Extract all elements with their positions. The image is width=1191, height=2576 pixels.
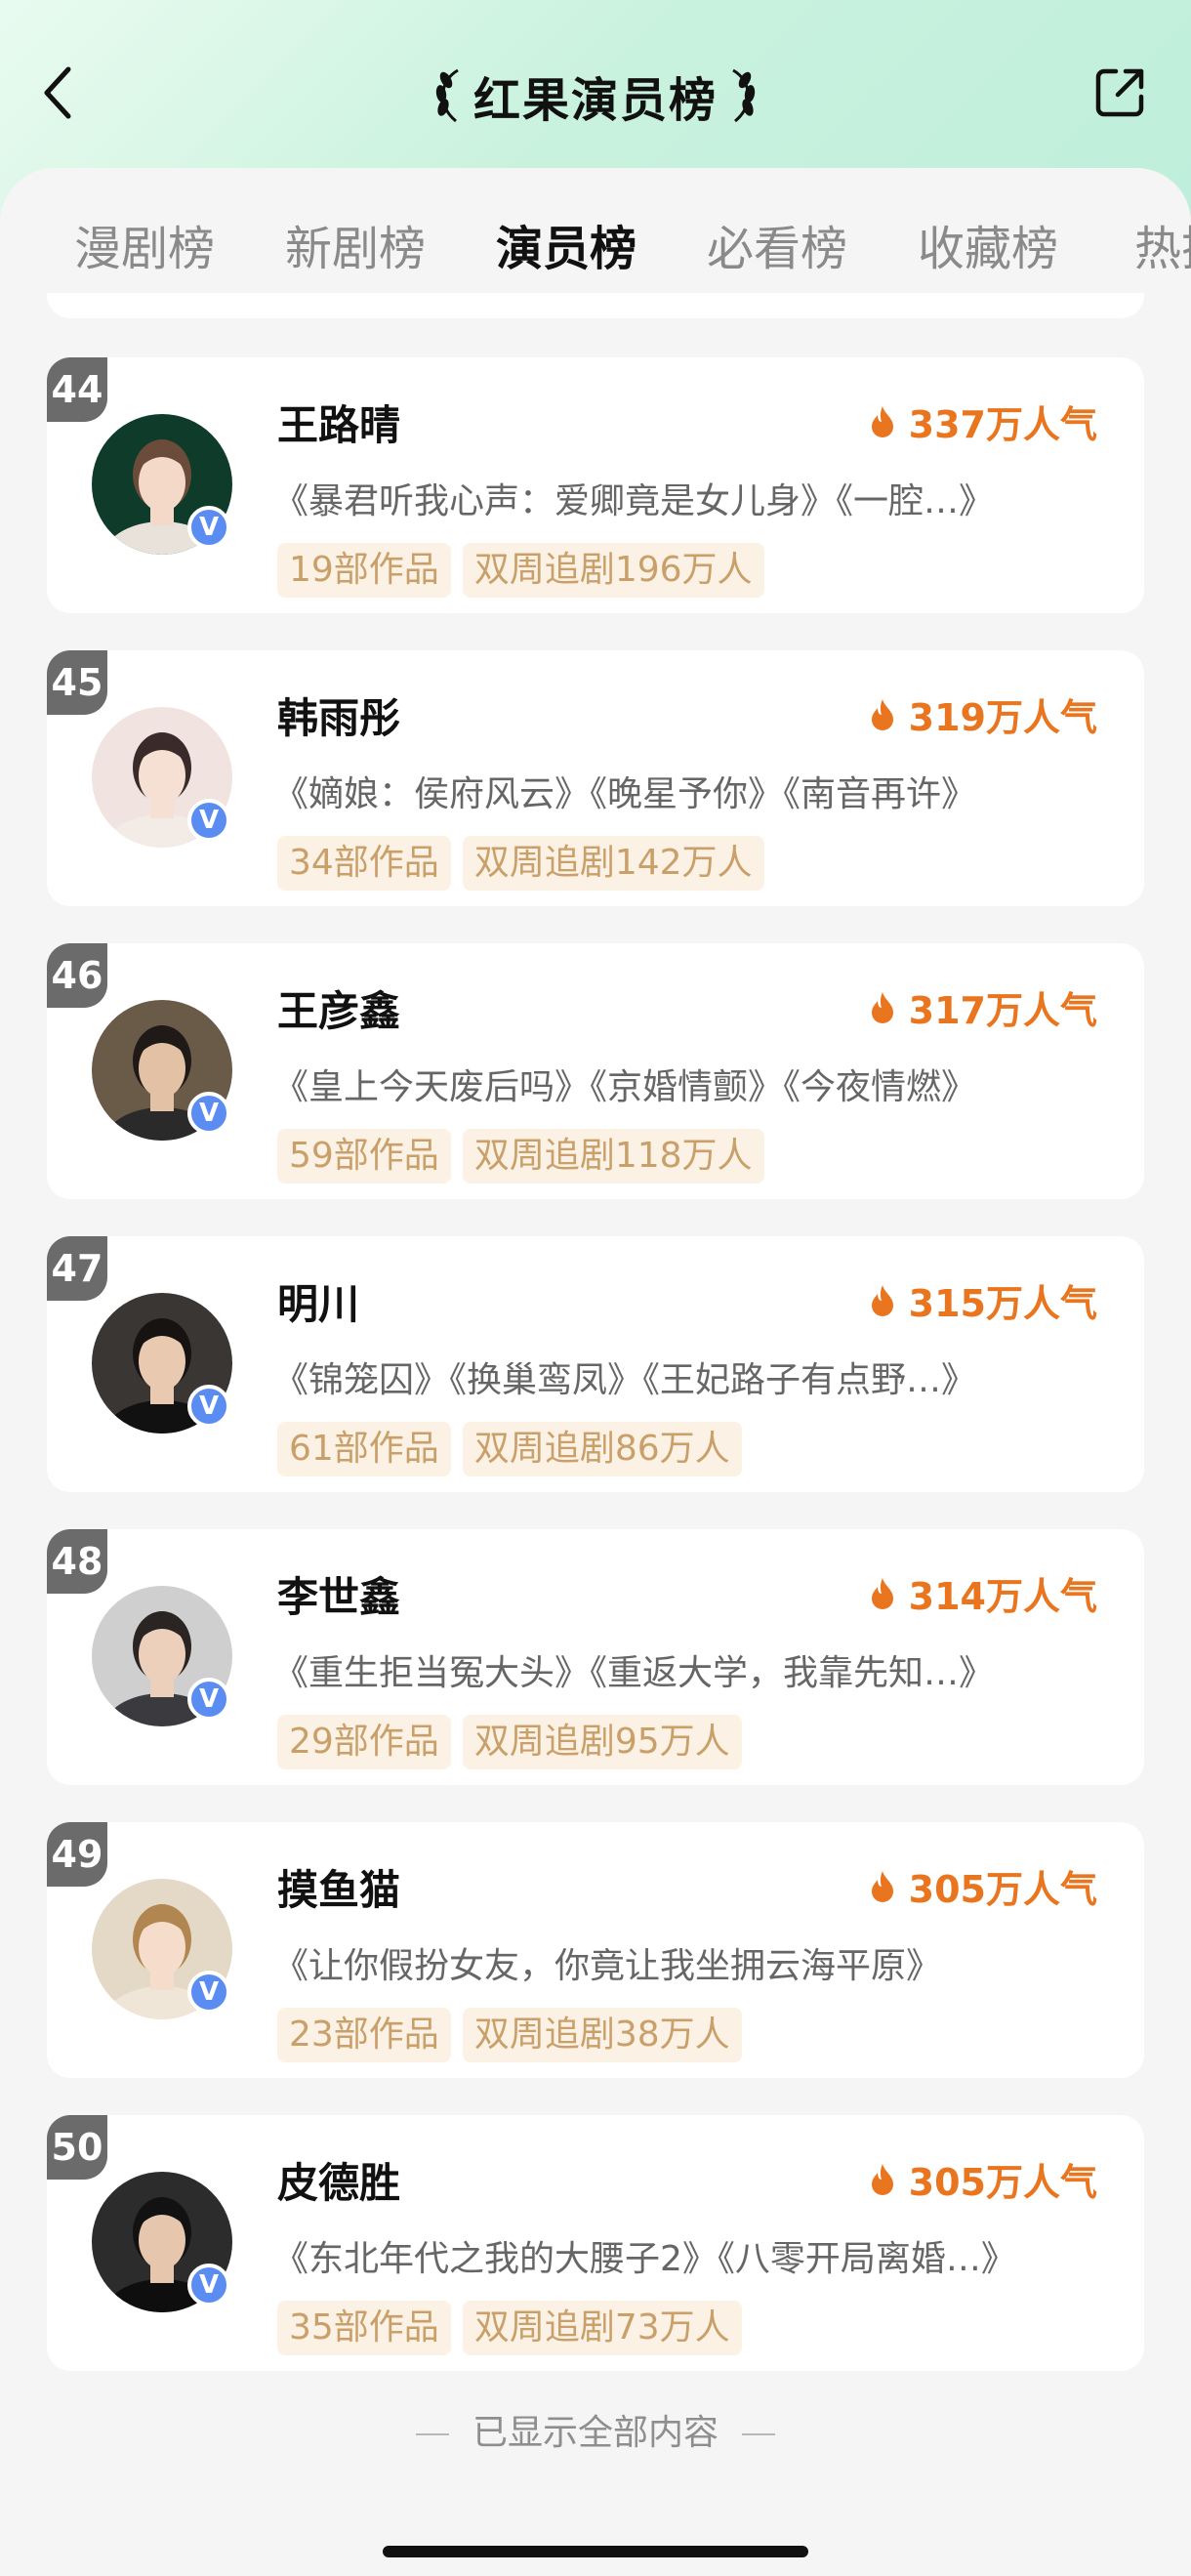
popularity-value: 337万人气 [908,403,1097,446]
actor-tags: 59部作品 双周追剧118万人 [277,1129,764,1184]
actor-name: 明川 [277,1280,360,1328]
divider [415,2433,449,2435]
actor-card[interactable]: 50 V 皮德胜 305万人气 《东北年代之我的大腰子2》《八零开局离婚…》 3… [47,2115,1144,2371]
verified-badge: V [187,2264,230,2306]
rank-badge: 45 [47,650,107,715]
actor-name: 摸鱼猫 [277,1866,401,1914]
tab-must-watch[interactable]: 必看榜 [672,210,883,278]
works-list: 《重生拒当冤大头》《重返大学，我靠先知…》 [273,1653,995,1693]
rank-badge: 50 [47,2115,107,2180]
flame-icon [871,1284,893,1316]
works-list: 《嫡娘：侯府风云》《晚星予你》《南音再许》 [273,774,977,814]
popularity: 317万人气 [870,980,1097,1034]
popularity: 305万人气 [870,2152,1097,2206]
followers-tag: 双周追剧95万人 [462,1715,742,1769]
popularity-value: 305万人气 [908,1868,1097,1911]
flame-icon [871,698,893,730]
works-count-tag: 23部作品 [277,2008,451,2062]
verified-badge: V [187,506,230,549]
laurel-left-icon [435,68,459,123]
popularity-value: 319万人气 [908,696,1097,739]
popularity: 314万人气 [870,1566,1097,1620]
actor-card[interactable]: 46 V 王彦鑫 317万人气 《皇上今天废后吗》《京婚情颤》《今夜情燃》 59… [47,943,1144,1199]
ranking-tabs: 漫剧榜 新剧榜 演员榜 必看榜 收藏榜 热搜 [0,186,1191,303]
verified-badge: V [187,799,230,842]
followers-tag: 双周追剧142万人 [462,836,764,891]
followers-tag: 双周追剧38万人 [462,2008,742,2062]
popularity: 319万人气 [870,687,1097,741]
followers-tag: 双周追剧196万人 [462,543,764,598]
works-count-tag: 61部作品 [277,1422,451,1476]
popularity: 315万人气 [870,1273,1097,1327]
actor-name: 李世鑫 [277,1573,401,1621]
flame-icon [871,1577,893,1609]
divider [742,2433,775,2435]
works-count-tag: 59部作品 [277,1129,451,1184]
verified-badge: V [187,1971,230,2014]
works-list: 《锦笼囚》《换巢鸾凤》《王妃路子有点野…》 [273,1360,977,1400]
rank-badge: 48 [47,1529,107,1594]
rank-badge: 47 [47,1236,107,1301]
popularity-value: 315万人气 [908,1282,1097,1325]
popularity: 305万人气 [870,1859,1097,1913]
popularity: 337万人气 [870,395,1097,448]
rank-badge: 49 [47,1822,107,1887]
actor-name: 皮德胜 [277,2159,401,2207]
works-count-tag: 34部作品 [277,836,451,891]
works-count-tag: 19部作品 [277,543,451,598]
actor-name: 王彦鑫 [277,987,401,1035]
works-list: 《皇上今天废后吗》《京婚情颤》《今夜情燃》 [273,1067,977,1107]
app-header: 红果演员榜 [0,0,1191,171]
popularity-value: 314万人气 [908,1575,1097,1618]
tab-new-drama[interactable]: 新剧榜 [250,210,461,278]
actor-card[interactable]: 47 V 明川 315万人气 《锦笼囚》《换巢鸾凤》《王妃路子有点野…》 61部… [47,1236,1144,1492]
actor-tags: 23部作品 双周追剧38万人 [277,2008,742,2062]
tab-favorites[interactable]: 收藏榜 [883,210,1093,278]
actor-name: 韩雨彤 [277,694,401,742]
flame-icon [871,2163,893,2195]
home-indicator[interactable] [383,2546,808,2557]
actor-card[interactable]: 44 V 王路晴 337万人气 《暴君听我心声：爱卿竟是女儿身》《一腔…》 19… [47,357,1144,613]
actor-tags: 34部作品 双周追剧142万人 [277,836,764,891]
verified-badge: V [187,1385,230,1428]
end-of-list: 已显示全部内容 [0,2404,1191,2455]
works-count-tag: 29部作品 [277,1715,451,1769]
rank-badge: 44 [47,357,107,422]
works-list: 《东北年代之我的大腰子2》《八零开局离婚…》 [273,2239,1016,2279]
followers-tag: 双周追剧73万人 [462,2301,742,2355]
tab-manju[interactable]: 漫剧榜 [39,210,250,278]
actor-tags: 61部作品 双周追剧86万人 [277,1422,742,1476]
works-list: 《让你假扮女友，你竟让我坐拥云海平原》 [273,1946,942,1986]
verified-badge: V [187,1678,230,1721]
flame-icon [871,991,893,1023]
followers-tag: 双周追剧86万人 [462,1422,742,1476]
followers-tag: 双周追剧118万人 [462,1129,764,1184]
share-icon [1095,68,1144,117]
rank-badge: 46 [47,943,107,1008]
popularity-value: 305万人气 [908,2161,1097,2204]
flame-icon [871,405,893,437]
end-of-list-text: 已显示全部内容 [472,2413,719,2453]
actor-tags: 29部作品 双周追剧95万人 [277,1715,742,1769]
tab-actor[interactable]: 演员榜 [461,210,672,278]
actor-card[interactable]: 49 V 摸鱼猫 305万人气 《让你假扮女友，你竟让我坐拥云海平原》 23部作… [47,1822,1144,2078]
popularity-value: 317万人气 [908,989,1097,1032]
page-title-area: 红果演员榜 [0,61,1191,131]
actor-name: 王路晴 [277,401,401,449]
works-count-tag: 35部作品 [277,2301,451,2355]
actor-tags: 35部作品 双周追剧73万人 [277,2301,742,2355]
previous-card-edge [47,293,1144,318]
flame-icon [871,1870,893,1902]
page-title: 红果演员榜 [472,73,718,128]
actor-tags: 19部作品 双周追剧196万人 [277,543,764,598]
actor-card[interactable]: 48 V 李世鑫 314万人气 《重生拒当冤大头》《重返大学，我靠先知…》 29… [47,1529,1144,1785]
laurel-right-icon [732,68,756,123]
verified-badge: V [187,1092,230,1135]
actor-list: 44 V 王路晴 337万人气 《暴君听我心声：爱卿竟是女儿身》《一腔…》 19… [47,357,1144,2408]
tab-hot-search[interactable]: 热搜 [1093,210,1191,278]
share-button[interactable] [1088,61,1152,125]
works-list: 《暴君听我心声：爱卿竟是女儿身》《一腔…》 [273,481,995,521]
actor-card[interactable]: 45 V 韩雨彤 319万人气 《嫡娘：侯府风云》《晚星予你》《南音再许》 34… [47,650,1144,906]
